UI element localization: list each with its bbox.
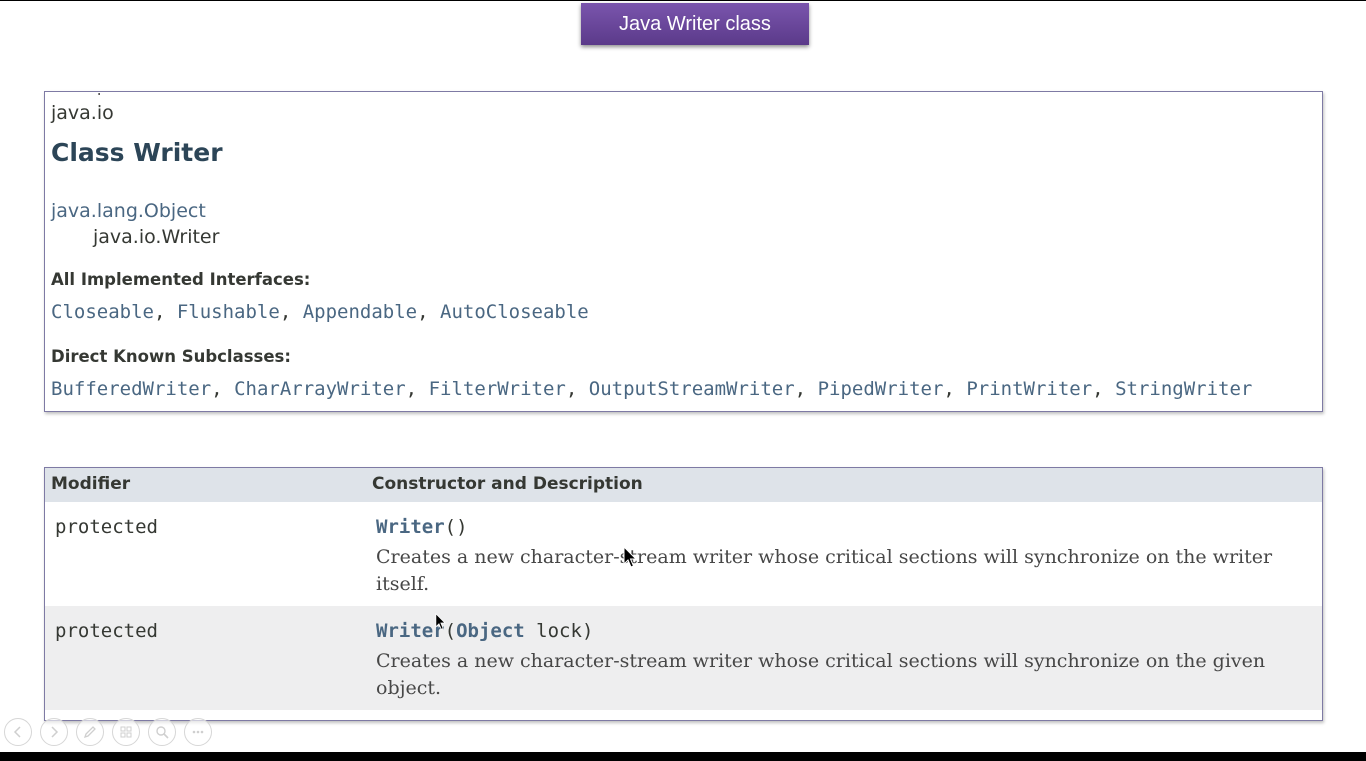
interfaces-label: All Implemented Interfaces: xyxy=(51,270,311,289)
column-header-modifier: Modifier xyxy=(51,474,131,494)
zoom-icon xyxy=(156,726,169,739)
top-border xyxy=(0,0,1366,1)
slide-title: Java Writer class xyxy=(581,3,809,45)
table-header: Modifier Constructor and Description xyxy=(45,468,1322,502)
pen-tool-button[interactable] xyxy=(76,718,104,746)
params-close: ) xyxy=(581,620,594,642)
interface-link[interactable]: AutoCloseable xyxy=(440,301,589,323)
interfaces-list: Closeable, Flushable, Appendable, AutoCl… xyxy=(51,301,589,323)
inheritance-parent-link[interactable]: java.lang.Object xyxy=(51,200,206,222)
slides-icon xyxy=(120,726,132,738)
more-icon xyxy=(192,730,204,734)
separator: , xyxy=(279,301,292,323)
params-open: ( xyxy=(444,620,457,642)
row-modifier: protected xyxy=(55,516,158,538)
subclass-link[interactable]: CharArrayWriter xyxy=(234,378,406,400)
previous-slide-button[interactable] xyxy=(4,718,32,746)
subclass-link[interactable]: PipedWriter xyxy=(818,378,944,400)
subclass-link[interactable]: PrintWriter xyxy=(966,378,1092,400)
class-title: Class Writer xyxy=(51,138,223,167)
subclass-link[interactable]: StringWriter xyxy=(1115,378,1252,400)
separator: , xyxy=(153,301,166,323)
constructor-signature: Writer(Object lock) xyxy=(376,620,593,642)
subclass-link[interactable]: BufferedWriter xyxy=(51,378,211,400)
slideshow-controls xyxy=(4,718,212,748)
constructor-signature: Writer() xyxy=(376,516,468,538)
see-all-slides-button[interactable] xyxy=(112,718,140,746)
separator: , xyxy=(565,378,578,400)
more-options-button[interactable] xyxy=(184,718,212,746)
separator: , xyxy=(405,378,418,400)
separator: , xyxy=(211,378,223,400)
bottom-black-bar xyxy=(0,752,1366,761)
interface-link[interactable]: Flushable xyxy=(177,301,280,323)
param-name: lock xyxy=(524,620,582,642)
separator: , xyxy=(1092,378,1104,400)
subclass-link[interactable]: FilterWriter xyxy=(429,378,566,400)
next-icon xyxy=(51,726,59,738)
separator: , xyxy=(794,378,807,400)
separator: , xyxy=(943,378,955,400)
constructor-link[interactable]: Writer xyxy=(376,516,445,538)
separator: , xyxy=(417,301,429,323)
clipped-text: - - - . - - - - - - xyxy=(52,92,193,99)
interface-link[interactable]: Closeable xyxy=(51,301,154,323)
previous-icon xyxy=(13,726,21,738)
params-close: ) xyxy=(456,516,468,538)
zoom-button[interactable] xyxy=(148,718,176,746)
row-modifier: protected xyxy=(55,620,158,642)
subclasses-list: BufferedWriter, CharArrayWriter, FilterW… xyxy=(51,378,1252,400)
subclass-link[interactable]: OutputStreamWriter xyxy=(589,378,795,400)
param-type-link[interactable]: Object xyxy=(456,620,525,642)
constructor-summary-table: Modifier Constructor and Description pro… xyxy=(44,467,1323,721)
params-open: ( xyxy=(444,516,457,538)
mouse-cursor-icon xyxy=(435,613,446,630)
slide-title-text: Java Writer class xyxy=(619,12,771,35)
pen-icon xyxy=(83,726,96,739)
inheritance-current: java.io.Writer xyxy=(93,226,220,248)
mouse-cursor-icon xyxy=(623,546,637,568)
table-row: protected Writer() Creates a new charact… xyxy=(45,502,1322,606)
class-summary-panel: - - - . - - - - - - java.io Class Writer… xyxy=(44,91,1323,412)
column-header-description: Constructor and Description xyxy=(372,474,643,494)
constructor-description: Creates a new character-stream writer wh… xyxy=(376,546,1273,595)
package-name: java.io xyxy=(51,102,114,124)
constructor-description: Creates a new character-stream writer wh… xyxy=(376,650,1266,699)
subclasses-label: Direct Known Subclasses: xyxy=(51,347,291,366)
next-slide-button[interactable] xyxy=(40,718,68,746)
table-row: protected Writer(Object lock) Creates a … xyxy=(45,606,1322,710)
interface-link[interactable]: Appendable xyxy=(303,301,417,323)
